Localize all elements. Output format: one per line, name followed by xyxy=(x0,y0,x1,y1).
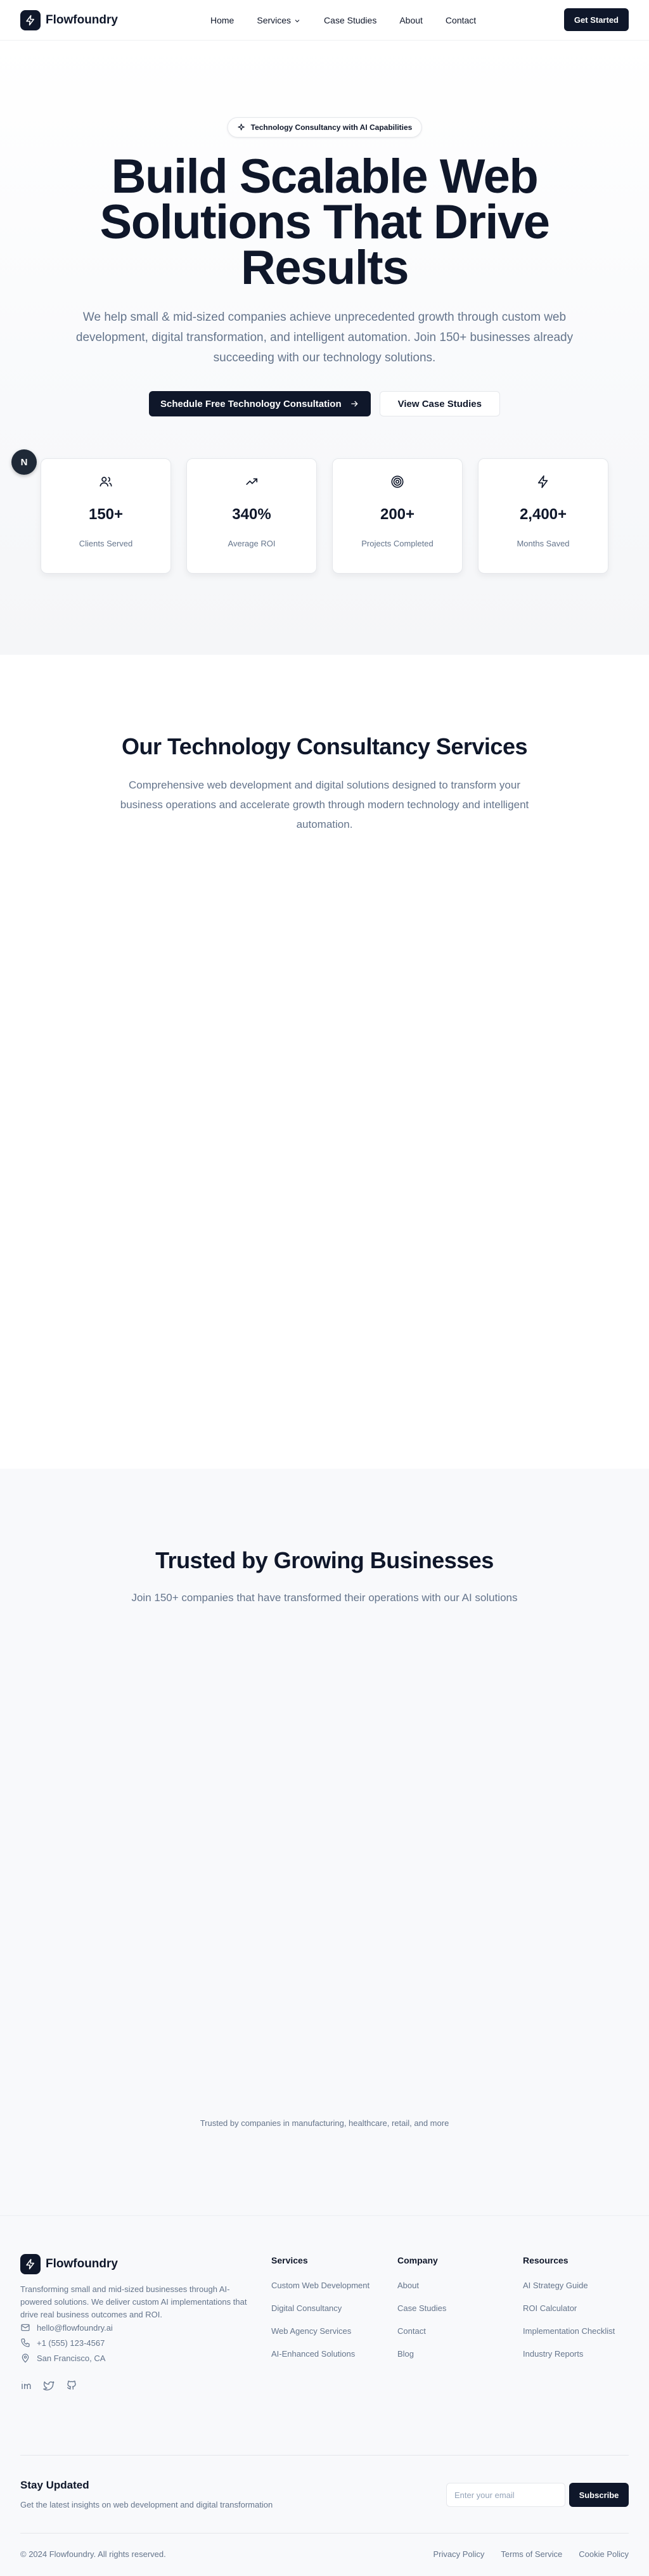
get-started-button[interactable]: Get Started xyxy=(563,8,629,31)
terms-of-service-link[interactable]: Terms of Service xyxy=(501,2549,562,2559)
footer-column-title: Services xyxy=(271,2255,308,2265)
footer-link[interactable]: About xyxy=(397,2281,446,2303)
subscribe-button[interactable]: Subscribe xyxy=(569,2483,629,2507)
nav-services[interactable]: Services xyxy=(257,15,301,25)
footer-link[interactable]: Custom Web Development xyxy=(271,2281,369,2303)
footer-link[interactable]: AI Strategy Guide xyxy=(523,2281,615,2303)
services-title: Our Technology Consultancy Services xyxy=(121,733,528,759)
site-footer: Flowfoundry Transforming small and mid-s… xyxy=(0,2215,649,2576)
cookie-policy-link[interactable]: Cookie Policy xyxy=(579,2549,629,2559)
stat-card-months: 2,400+ Months Saved xyxy=(478,458,608,574)
footer-link[interactable]: Implementation Checklist xyxy=(523,2326,615,2349)
footer-column-resources: Resources AI Strategy Guide ROI Calculat… xyxy=(523,2255,615,2372)
target-icon xyxy=(390,474,404,489)
main-nav: Home Services Case Studies About Contact xyxy=(210,0,476,41)
trending-up-icon xyxy=(245,474,259,489)
lightning-icon xyxy=(536,474,550,489)
footer-email[interactable]: hello@flowfoundry.ai xyxy=(20,2322,113,2333)
services-section: Our Technology Consultancy Services Comp… xyxy=(0,655,649,1469)
brand-name: Flowfoundry xyxy=(46,13,118,27)
nav-home[interactable]: Home xyxy=(210,15,234,25)
services-subtitle: Comprehensive web development and digita… xyxy=(120,779,529,830)
lightning-logo-icon xyxy=(20,10,41,30)
footer-brand-name: Flowfoundry xyxy=(46,2257,118,2270)
twitter-icon[interactable] xyxy=(43,2380,55,2391)
copyright-text: © 2024 Flowfoundry. All rights reserved. xyxy=(20,2549,166,2559)
sparkle-icon xyxy=(238,124,245,131)
footer-link[interactable]: Case Studies xyxy=(397,2303,446,2326)
stat-label: Average ROI xyxy=(228,539,276,548)
newsletter-email-input[interactable] xyxy=(446,2483,565,2507)
stat-card-roi: 340% Average ROI xyxy=(186,458,317,574)
stat-label: Clients Served xyxy=(79,539,133,548)
footer-phone[interactable]: +1 (555) 123-4567 xyxy=(20,2338,105,2348)
social-links xyxy=(20,2380,77,2391)
floating-avatar-button[interactable]: N xyxy=(11,449,37,475)
footer-location-text: San Francisco, CA xyxy=(37,2353,106,2363)
footer-column-title: Resources xyxy=(523,2255,569,2265)
arrow-right-icon xyxy=(350,401,358,407)
github-icon[interactable] xyxy=(66,2380,77,2391)
nav-case-studies[interactable]: Case Studies xyxy=(324,15,376,25)
hero-badge-text: Technology Consultancy with AI Capabilit… xyxy=(250,123,413,132)
newsletter-title: Stay Updated xyxy=(20,2479,89,2491)
lightning-logo-icon xyxy=(20,2254,41,2274)
footer-link[interactable]: ROI Calculator xyxy=(523,2303,615,2326)
newsletter-subtitle: Get the latest insights on web developme… xyxy=(20,2500,273,2509)
hero-actions: Schedule Free Technology Consultation Vi… xyxy=(0,391,649,416)
footer-link[interactable]: AI-Enhanced Solutions xyxy=(271,2349,369,2372)
footer-link[interactable]: Contact xyxy=(397,2326,446,2349)
footer-email-text: hello@flowfoundry.ai xyxy=(37,2322,113,2333)
footer-divider xyxy=(20,2455,629,2456)
footer-brand[interactable]: Flowfoundry xyxy=(20,2254,118,2274)
footer-column-title: Company xyxy=(397,2255,438,2265)
map-pin-icon xyxy=(22,2354,29,2363)
trusted-title: Trusted by Growing Businesses xyxy=(155,1547,494,1573)
chevron-down-icon xyxy=(295,19,300,22)
footer-link[interactable]: Web Agency Services xyxy=(271,2326,369,2349)
hero-title: Build Scalable Web Solutions That Drive … xyxy=(100,150,550,295)
footer-link[interactable]: Blog xyxy=(397,2349,446,2372)
hero-badge: Technology Consultancy with AI Capabilit… xyxy=(227,117,422,138)
trusted-industries-note: Trusted by companies in manufacturing, h… xyxy=(200,2118,449,2128)
phone-icon xyxy=(21,2338,30,2347)
stat-value: 200+ xyxy=(380,506,415,523)
schedule-consultation-label: Schedule Free Technology Consultation xyxy=(160,398,342,409)
stat-card-clients: 150+ Clients Served xyxy=(41,458,171,574)
site-header: Flowfoundry Home Services Case Studies A… xyxy=(0,0,649,41)
trusted-subtitle: Join 150+ companies that have transforme… xyxy=(131,1592,518,1604)
schedule-consultation-button[interactable]: Schedule Free Technology Consultation xyxy=(149,391,371,416)
stats-row: 150+ Clients Served 340% Average ROI 200… xyxy=(41,458,608,574)
view-case-studies-button[interactable]: View Case Studies xyxy=(379,391,500,416)
stat-label: Months Saved xyxy=(517,539,570,548)
brand-logo[interactable]: Flowfoundry xyxy=(20,10,118,30)
legal-links: Privacy Policy Terms of Service Cookie P… xyxy=(434,2549,629,2559)
privacy-policy-link[interactable]: Privacy Policy xyxy=(434,2549,485,2559)
hero-subtitle: We help small & mid-sized companies achi… xyxy=(75,311,574,364)
footer-phone-text: +1 (555) 123-4567 xyxy=(37,2338,105,2348)
mail-icon xyxy=(21,2324,30,2331)
footer-link[interactable]: Digital Consultancy xyxy=(271,2303,369,2326)
stat-value: 340% xyxy=(232,506,271,523)
footer-column-company: Company About Case Studies Contact Blog xyxy=(397,2255,446,2372)
trusted-section: Trusted by Growing Businesses Join 150+ … xyxy=(0,1469,649,2215)
footer-description: Transforming small and mid-sized busines… xyxy=(20,2284,247,2319)
stat-card-projects: 200+ Projects Completed xyxy=(332,458,463,574)
nav-about[interactable]: About xyxy=(399,15,423,25)
stat-value: 150+ xyxy=(88,506,124,523)
footer-location: San Francisco, CA xyxy=(20,2353,105,2363)
footer-divider xyxy=(20,2533,629,2534)
nav-contact[interactable]: Contact xyxy=(446,15,476,25)
footer-link[interactable]: Industry Reports xyxy=(523,2349,615,2372)
footer-column-services: Services Custom Web Development Digital … xyxy=(271,2255,369,2372)
nav-services-label: Services xyxy=(257,15,292,25)
users-icon xyxy=(99,474,113,489)
stat-value: 2,400+ xyxy=(519,506,567,523)
stat-label: Projects Completed xyxy=(361,539,434,548)
hero-section: Technology Consultancy with AI Capabilit… xyxy=(0,41,649,655)
linkedin-icon[interactable] xyxy=(20,2380,32,2391)
